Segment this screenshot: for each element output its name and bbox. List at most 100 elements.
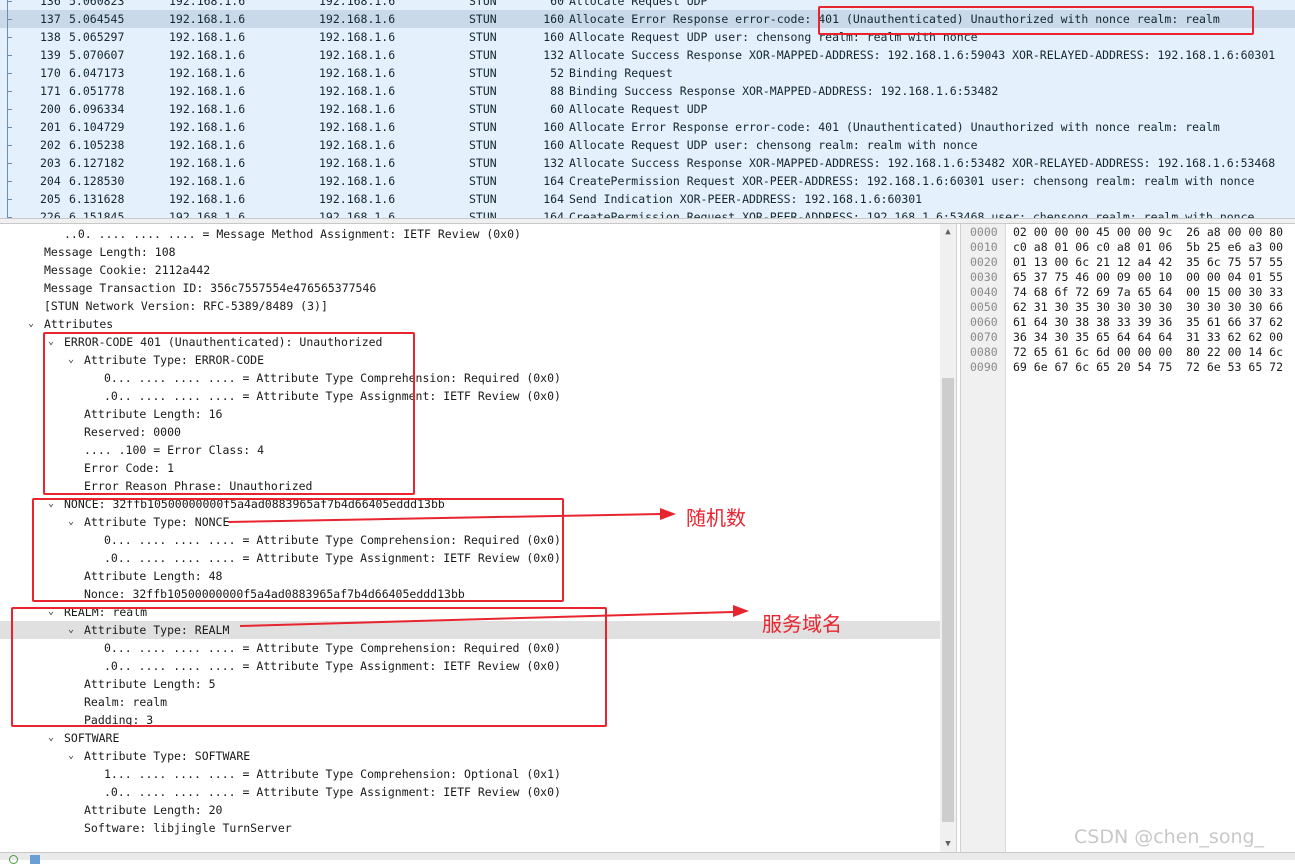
- packet-time-cell: 5.064545: [69, 12, 125, 26]
- bytes-row[interactable]: 0060 61 64 30 38 38 33 39 36 35 61 66 37 …: [961, 315, 1295, 330]
- packet-time-cell: 6.127182: [69, 156, 125, 170]
- detail-row[interactable]: .0.. .... .... .... = Attribute Type Ass…: [0, 387, 940, 405]
- expand-chevron-icon[interactable]: ⌄: [46, 495, 56, 513]
- packet-dst-cell: 192.168.1.6: [319, 84, 396, 98]
- watermark: CSDN @chen_song_: [1074, 826, 1265, 848]
- detail-text: Attribute Type: SOFTWARE: [84, 749, 251, 763]
- detail-row[interactable]: [STUN Network Version: RFC-5389/8489 (3)…: [0, 297, 940, 315]
- packet-bytes-pane[interactable]: 0000 02 00 00 00 45 00 00 9c 26 a8 00 00 …: [960, 224, 1295, 852]
- expand-chevron-icon[interactable]: ⌄: [46, 603, 56, 621]
- packet-details-pane[interactable]: ▲ ▼ ..0. .... .... .... = Message Method…: [0, 224, 957, 852]
- bytes-hex: 01 13 00 6c 21 12 a4 42 35 6c 75 57 55: [1013, 255, 1284, 269]
- packet-row[interactable]: 226 6.151845 192.168.1.6 192.168.1.6 STUN 164…: [0, 208, 1295, 218]
- detail-text: Attribute Length: 48: [84, 569, 223, 583]
- packet-row[interactable]: 138 5.065297 192.168.1.6 192.168.1.6 STUN 160…: [0, 28, 1295, 46]
- bytes-row[interactable]: 0090 69 6e 67 6c 65 20 54 75 72 6e 53 65 …: [961, 360, 1295, 375]
- packet-src-cell: 192.168.1.6: [169, 48, 246, 62]
- detail-row[interactable]: Attribute Length: 20: [0, 801, 940, 819]
- detail-row[interactable]: Message Transaction ID: 356c7557554e4765…: [0, 279, 940, 297]
- packet-row[interactable]: 202 6.105238 192.168.1.6 192.168.1.6 STUN 160…: [0, 136, 1295, 154]
- scrollbar-thumb[interactable]: [942, 378, 954, 822]
- scroll-down-icon[interactable]: ▼: [940, 836, 956, 852]
- detail-row[interactable]: ⌄ ERROR-CODE 401 (Unauthenticated): Unaut…: [0, 333, 940, 351]
- packet-time-cell: 6.104729: [69, 120, 125, 134]
- detail-row[interactable]: .... .100 = Error Class: 4: [0, 441, 940, 459]
- detail-row[interactable]: Reserved: 0000: [0, 423, 940, 441]
- detail-row[interactable]: Realm: realm: [0, 693, 940, 711]
- detail-row[interactable]: Message Length: 108: [0, 243, 940, 261]
- bytes-row[interactable]: 0010 c0 a8 01 06 c0 a8 01 06 5b 25 e6 a3 …: [961, 240, 1295, 255]
- packet-row[interactable]: 171 6.051778 192.168.1.6 192.168.1.6 STUN 88 B…: [0, 82, 1295, 100]
- detail-text: Padding: 3: [84, 713, 154, 727]
- packet-dst-cell: 192.168.1.6: [319, 66, 396, 80]
- bytes-row[interactable]: 0030 65 37 75 46 00 09 00 10 00 00 04 01 …: [961, 270, 1295, 285]
- packet-len-cell: 52: [550, 66, 564, 80]
- packet-row[interactable]: 139 5.070607 192.168.1.6 192.168.1.6 STUN 132…: [0, 46, 1295, 64]
- expand-chevron-icon[interactable]: ⌄: [26, 315, 36, 333]
- detail-row[interactable]: ⌄ Attribute Type: ERROR-CODE: [0, 351, 940, 369]
- detail-row[interactable]: 1... .... .... .... = Attribute Type Com…: [0, 765, 940, 783]
- detail-row[interactable]: ⌄ Attributes: [0, 315, 940, 333]
- expand-chevron-icon[interactable]: ⌄: [66, 513, 76, 531]
- detail-text: Message Transaction ID: 356c7557554e4765…: [44, 281, 377, 295]
- detail-row[interactable]: 0... .... .... .... = Attribute Type Com…: [0, 639, 940, 657]
- details-scrollbar[interactable]: ▲ ▼: [940, 224, 956, 852]
- detail-row[interactable]: Attribute Length: 16: [0, 405, 940, 423]
- packet-row[interactable]: 205 6.131628 192.168.1.6 192.168.1.6 STUN 164…: [0, 190, 1295, 208]
- detail-row[interactable]: Software: libjingle TurnServer: [0, 819, 940, 837]
- detail-row[interactable]: .0.. .... .... .... = Attribute Type Ass…: [0, 549, 940, 567]
- packet-list[interactable]: 136 5.060823 192.168.1.6 192.168.1.6 STUN 60 A…: [0, 0, 1295, 218]
- bytes-row[interactable]: 0000 02 00 00 00 45 00 00 9c 26 a8 00 00 …: [961, 225, 1295, 240]
- packet-dst-cell: 192.168.1.6: [319, 102, 396, 116]
- bytes-row[interactable]: 0080 72 65 61 6c 6d 00 00 00 80 22 00 14 …: [961, 345, 1295, 360]
- detail-row[interactable]: 0... .... .... .... = Attribute Type Com…: [0, 531, 940, 549]
- detail-row[interactable]: Nonce: 32ffb10500000000f5a4ad0883965af7b…: [0, 585, 940, 603]
- packet-len-cell: 164: [543, 174, 564, 188]
- packet-src-cell: 192.168.1.6: [169, 66, 246, 80]
- expand-chevron-icon[interactable]: ⌄: [66, 621, 76, 639]
- packet-no-cell: 138: [40, 30, 61, 44]
- packet-no-cell: 136: [40, 0, 61, 8]
- detail-text: .0.. .... .... .... = Attribute Type Ass…: [104, 785, 561, 799]
- detail-row[interactable]: Error Code: 1: [0, 459, 940, 477]
- expand-chevron-icon[interactable]: ⌄: [46, 333, 56, 351]
- packet-row[interactable]: 201 6.104729 192.168.1.6 192.168.1.6 STUN 160…: [0, 118, 1295, 136]
- detail-text: Attribute Length: 5: [84, 677, 216, 691]
- detail-row[interactable]: .0.. .... .... .... = Attribute Type Ass…: [0, 657, 940, 675]
- scroll-up-icon[interactable]: ▲: [940, 224, 956, 240]
- packet-row[interactable]: 204 6.128530 192.168.1.6 192.168.1.6 STUN 164…: [0, 172, 1295, 190]
- expand-chevron-icon[interactable]: ⌄: [66, 747, 76, 765]
- packet-proto-cell: STUN: [469, 138, 497, 152]
- packet-no-cell: 226: [40, 210, 61, 218]
- detail-row[interactable]: ⌄ SOFTWARE: [0, 729, 940, 747]
- expand-chevron-icon[interactable]: ⌄: [66, 351, 76, 369]
- detail-row[interactable]: ..0. .... .... .... = Message Method Ass…: [0, 225, 940, 243]
- expand-chevron-icon[interactable]: ⌄: [46, 729, 56, 747]
- packet-time-cell: 5.060823: [69, 0, 125, 8]
- detail-row[interactable]: Message Cookie: 2112a442: [0, 261, 940, 279]
- detail-row[interactable]: ⌄ NONCE: 32ffb10500000000f5a4ad0883965af7…: [0, 495, 940, 513]
- nonce-annotation-label: 随机数: [686, 506, 746, 530]
- packet-no-cell: 205: [40, 192, 61, 206]
- detail-row[interactable]: Attribute Length: 48: [0, 567, 940, 585]
- bytes-row[interactable]: 0040 74 68 6f 72 69 7a 65 64 00 15 00 30 …: [961, 285, 1295, 300]
- packet-len-cell: 132: [543, 48, 564, 62]
- detail-row[interactable]: Error Reason Phrase: Unauthorized: [0, 477, 940, 495]
- detail-row[interactable]: ⌄ Attribute Type: NONCE: [0, 513, 940, 531]
- detail-row[interactable]: ⌄ Attribute Type: SOFTWARE: [0, 747, 940, 765]
- bytes-row[interactable]: 0050 62 31 30 35 30 30 30 30 30 30 30 30 …: [961, 300, 1295, 315]
- packet-row[interactable]: 200 6.096334 192.168.1.6 192.168.1.6 STUN 60 A…: [0, 100, 1295, 118]
- bytes-row[interactable]: 0020 01 13 00 6c 21 12 a4 42 35 6c 75 57 …: [961, 255, 1295, 270]
- packet-row[interactable]: 137 5.064545 192.168.1.6 192.168.1.6 STUN 160…: [0, 10, 1295, 28]
- bytes-row[interactable]: 0070 36 34 30 35 65 64 64 64 31 33 62 62 …: [961, 330, 1295, 345]
- detail-row[interactable]: Attribute Length: 5: [0, 675, 940, 693]
- detail-row[interactable]: 0... .... .... .... = Attribute Type Com…: [0, 369, 940, 387]
- packet-info-cell: Allocate Request UDP user: chensong real…: [569, 138, 978, 152]
- detail-row[interactable]: .0.. .... .... .... = Attribute Type Ass…: [0, 783, 940, 801]
- packet-row[interactable]: 170 6.047173 192.168.1.6 192.168.1.6 STUN 52 B…: [0, 64, 1295, 82]
- bytes-offset: 0060: [970, 315, 998, 329]
- packet-row[interactable]: 136 5.060823 192.168.1.6 192.168.1.6 STUN 60 A…: [0, 0, 1295, 10]
- detail-row[interactable]: Padding: 3: [0, 711, 940, 729]
- packet-row[interactable]: 203 6.127182 192.168.1.6 192.168.1.6 STUN 132…: [0, 154, 1295, 172]
- detail-text: Message Cookie: 2112a442: [44, 263, 211, 277]
